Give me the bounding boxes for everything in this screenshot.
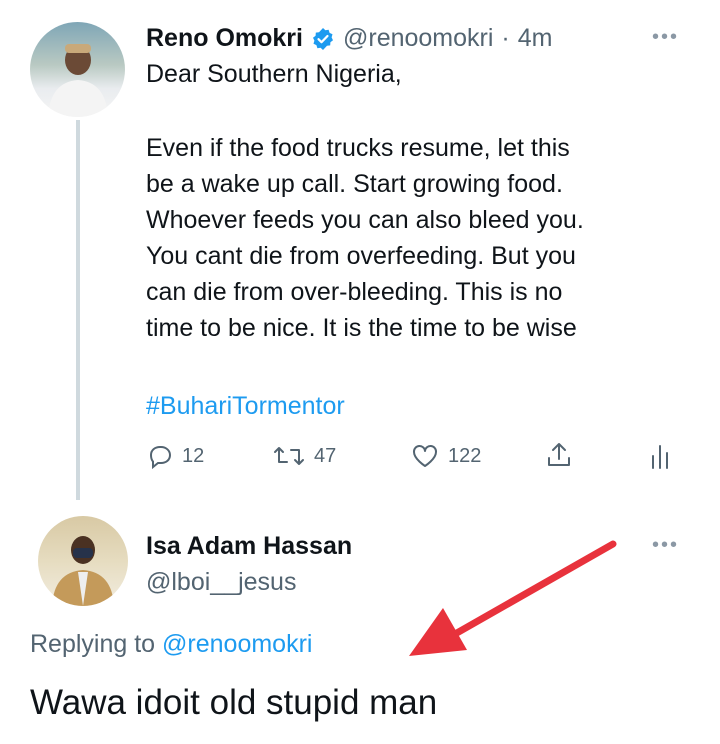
hashtag-link[interactable]: #BuhariTormentor <box>146 392 345 421</box>
share-icon <box>544 440 574 470</box>
avatar-photo <box>48 44 108 117</box>
like-icon <box>410 442 440 470</box>
separator: · <box>501 24 510 52</box>
retweet-button[interactable]: 47 <box>272 442 336 470</box>
analytics-button[interactable] <box>648 442 672 470</box>
reply-more-icon[interactable]: ••• <box>652 534 679 557</box>
share-button[interactable] <box>544 440 574 470</box>
reply-avatar[interactable] <box>38 516 128 606</box>
tweet-line: can die from over-bleeding. This is no <box>146 278 563 306</box>
verified-badge-icon <box>311 27 335 51</box>
tweet-line: You cant die from overfeeding. But you <box>146 242 576 270</box>
retweet-icon <box>272 442 306 470</box>
replying-prefix: Replying to <box>30 630 163 658</box>
like-count: 122 <box>448 444 482 467</box>
tweet-header: Reno Omokri @renoomokri · 4m <box>146 24 552 53</box>
thread-line <box>76 120 80 500</box>
tweet-body: Dear Southern Nigeria, Even if the food … <box>146 56 686 346</box>
red-arrow-annotation <box>409 540 617 656</box>
author-avatar[interactable] <box>30 22 125 117</box>
tweet-line: Dear Southern Nigeria, <box>146 60 402 88</box>
reply-button[interactable]: 12 <box>146 442 204 470</box>
tweet-line: Whoever feeds you can also bleed you. <box>146 206 584 234</box>
retweet-count: 47 <box>314 444 337 467</box>
reply-text: Wawa idoit old stupid man <box>30 683 438 722</box>
replying-mention[interactable]: @renoomokri <box>162 630 312 658</box>
tweet-line: be a wake up call. Start growing food. <box>146 170 563 198</box>
tweet-time[interactable]: 4m <box>518 24 553 53</box>
tweet-line: time to be nice. It is the time to be wi… <box>146 314 577 342</box>
replying-to: Replying to @renoomokri <box>30 630 312 659</box>
author-handle[interactable]: @renoomokri <box>343 24 493 53</box>
tweet-line: Even if the food trucks resume, let this <box>146 134 570 162</box>
reply-author-name[interactable]: Isa Adam Hassan <box>146 532 352 561</box>
analytics-icon <box>648 442 672 470</box>
reply-count: 12 <box>182 444 205 467</box>
more-icon[interactable]: ••• <box>652 26 679 49</box>
author-name[interactable]: Reno Omokri <box>146 24 303 53</box>
reply-author-handle[interactable]: @lboi__jesus <box>146 568 296 597</box>
reply-avatar-photo <box>52 536 114 606</box>
reply-icon <box>146 442 174 470</box>
like-button[interactable]: 122 <box>410 442 481 470</box>
